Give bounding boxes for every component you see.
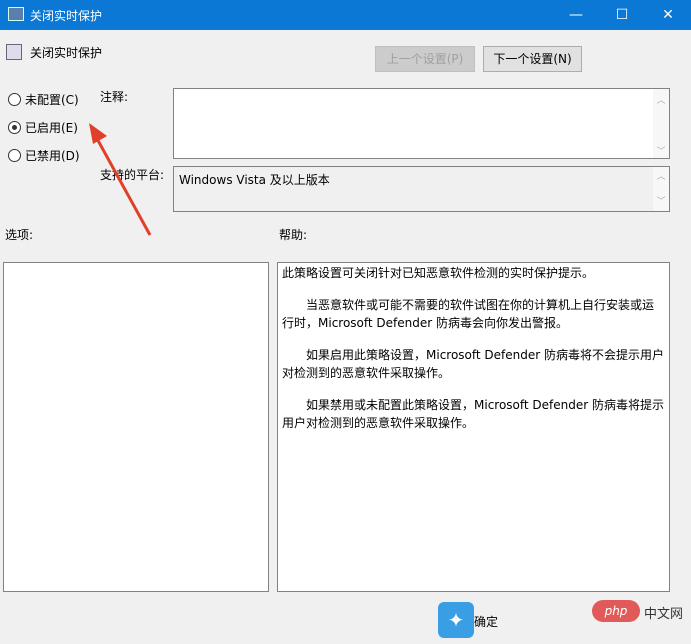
radio-label: 未配置(C) bbox=[25, 93, 79, 107]
radio-label: 已启用(E) bbox=[25, 121, 78, 135]
help-paragraph: 如果禁用或未配置此策略设置，Microsoft Defender 防病毒将提示用… bbox=[282, 398, 665, 430]
policy-icon bbox=[6, 44, 22, 60]
comment-textarea[interactable]: ︿ ﹀ bbox=[173, 88, 670, 159]
help-label: 帮助: bbox=[279, 228, 308, 242]
policy-name: 关闭实时保护 bbox=[30, 46, 103, 60]
help-paragraph: 当恶意软件或可能不需要的软件试图在你的计算机上自行安装或运行时，Microsof… bbox=[282, 298, 655, 330]
window-title: 关闭实时保护 bbox=[30, 9, 103, 23]
maximize-button[interactable]: ☐ bbox=[599, 0, 645, 30]
help-paragraph: 此策略设置可关闭针对已知恶意软件检测的实时保护提示。 bbox=[282, 266, 595, 280]
watermark-text: 中文网 bbox=[644, 607, 684, 622]
comment-label: 注释: bbox=[100, 90, 129, 104]
scrollbar[interactable]: ︿ ﹀ bbox=[653, 89, 669, 158]
title-bar: 关闭实时保护 — ☐ ✕ bbox=[0, 0, 691, 30]
help-panel: 此策略设置可关闭针对已知恶意软件检测的实时保护提示。 当恶意软件或可能不需要的软… bbox=[277, 262, 670, 592]
app-icon bbox=[8, 7, 24, 21]
radio-enabled[interactable]: 已启用(E) bbox=[8, 119, 78, 136]
prev-setting-button[interactable]: 上一个设置(P) bbox=[375, 46, 475, 72]
ok-button[interactable]: 确定 bbox=[474, 613, 498, 630]
radio-not-configured[interactable]: 未配置(C) bbox=[8, 91, 79, 108]
radio-disabled[interactable]: 已禁用(D) bbox=[8, 147, 80, 164]
radio-circle[interactable] bbox=[8, 93, 21, 106]
bird-watermark-icon: ✦ bbox=[438, 602, 474, 638]
radio-label: 已禁用(D) bbox=[25, 149, 80, 163]
radio-circle[interactable] bbox=[8, 121, 21, 134]
red-arrow-annotation bbox=[89, 123, 152, 236]
platform-field: Windows Vista 及以上版本 ︿ ﹀ bbox=[173, 166, 670, 212]
platform-value: Windows Vista 及以上版本 bbox=[179, 173, 330, 187]
options-label: 选项: bbox=[5, 228, 34, 242]
next-setting-button[interactable]: 下一个设置(N) bbox=[483, 46, 582, 72]
scrollbar[interactable]: ︿ ﹀ bbox=[653, 167, 669, 211]
radio-circle[interactable] bbox=[8, 149, 21, 162]
options-panel bbox=[3, 262, 269, 592]
php-logo-watermark: php bbox=[592, 600, 640, 622]
close-button[interactable]: ✕ bbox=[645, 0, 691, 30]
help-paragraph: 如果启用此策略设置，Microsoft Defender 防病毒将不会提示用户对… bbox=[282, 348, 665, 380]
minimize-button[interactable]: — bbox=[553, 0, 599, 30]
